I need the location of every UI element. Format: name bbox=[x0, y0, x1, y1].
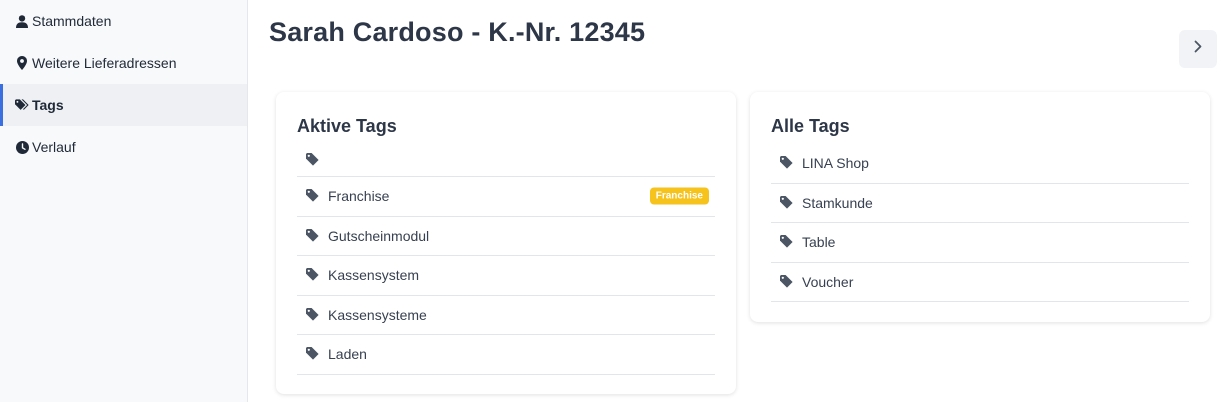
card-title: Alle Tags bbox=[771, 116, 850, 136]
user-icon bbox=[15, 14, 29, 28]
tag-label: LINA Shop bbox=[802, 155, 869, 172]
sidebar-item-label: Tags bbox=[32, 97, 64, 113]
sidebar-item-weitere-lieferadressen[interactable]: Weitere Lieferadressen bbox=[0, 42, 247, 84]
tag-label: Laden bbox=[328, 346, 367, 363]
tag-icon bbox=[780, 274, 794, 289]
tag-icon bbox=[306, 153, 320, 167]
list-item[interactable]: LINA Shop bbox=[771, 144, 1189, 184]
card-title: Aktive Tags bbox=[297, 116, 397, 136]
list-item[interactable] bbox=[297, 144, 715, 177]
tag-label: Gutscheinmodul bbox=[328, 227, 430, 244]
clock-icon bbox=[15, 140, 29, 154]
chevron-right-icon bbox=[1194, 40, 1202, 58]
tag-label: Franchise bbox=[328, 188, 390, 205]
list-item[interactable]: Stamkunde bbox=[771, 184, 1189, 223]
tag-icon bbox=[780, 195, 794, 210]
tag-icon bbox=[306, 268, 320, 282]
tag-badge: Franchise bbox=[649, 187, 709, 205]
sidebar-item-label: Verlauf bbox=[32, 139, 76, 155]
alle-tags-list: LINA Shop Stamkunde Table Voucher bbox=[771, 144, 1189, 302]
next-button[interactable] bbox=[1179, 30, 1217, 68]
list-item[interactable]: Franchise Franchise bbox=[297, 177, 715, 217]
sidebar: Stammdaten Weitere Lieferadressen Tags V… bbox=[0, 0, 248, 402]
tag-label: Kassensystem bbox=[328, 267, 420, 284]
tag-icon bbox=[306, 228, 320, 243]
tag-label: Kassensysteme bbox=[328, 306, 427, 323]
tag-label: Voucher bbox=[802, 273, 854, 290]
sidebar-item-label: Weitere Lieferadressen bbox=[32, 55, 177, 71]
tag-icon bbox=[780, 156, 794, 170]
tag-icon bbox=[306, 189, 320, 203]
main-content: Sarah Cardoso - K.-Nr. 12345 Aktive Tags… bbox=[248, 0, 1231, 402]
alle-tags-card: Alle Tags LINA Shop Stamkunde Table Vouc… bbox=[750, 92, 1210, 322]
aktive-tags-list: Franchise Franchise Gutscheinmodul Kasse… bbox=[297, 144, 715, 375]
list-item[interactable]: Kassensystem bbox=[297, 256, 715, 296]
page-title: Sarah Cardoso - K.-Nr. 12345 bbox=[269, 17, 646, 47]
list-item[interactable]: Laden bbox=[297, 335, 715, 375]
tag-icon bbox=[780, 235, 794, 249]
map-marker-icon bbox=[15, 56, 29, 70]
tags-icon bbox=[15, 98, 29, 112]
list-item[interactable]: Table bbox=[771, 223, 1189, 263]
sidebar-item-verlauf[interactable]: Verlauf bbox=[0, 126, 247, 168]
list-item[interactable]: Kassensysteme bbox=[297, 296, 715, 335]
tag-label: Table bbox=[802, 234, 836, 251]
sidebar-item-tags[interactable]: Tags bbox=[0, 84, 247, 126]
list-item[interactable]: Voucher bbox=[771, 263, 1189, 302]
list-item[interactable]: Gutscheinmodul bbox=[297, 217, 715, 256]
tag-icon bbox=[306, 307, 320, 322]
aktive-tags-card: Aktive Tags Franchise Franchise Gutschei… bbox=[276, 92, 736, 394]
sidebar-item-stammdaten[interactable]: Stammdaten bbox=[0, 0, 247, 42]
sidebar-item-label: Stammdaten bbox=[32, 13, 112, 29]
tag-icon bbox=[306, 347, 320, 361]
tag-label: Stamkunde bbox=[802, 194, 873, 211]
